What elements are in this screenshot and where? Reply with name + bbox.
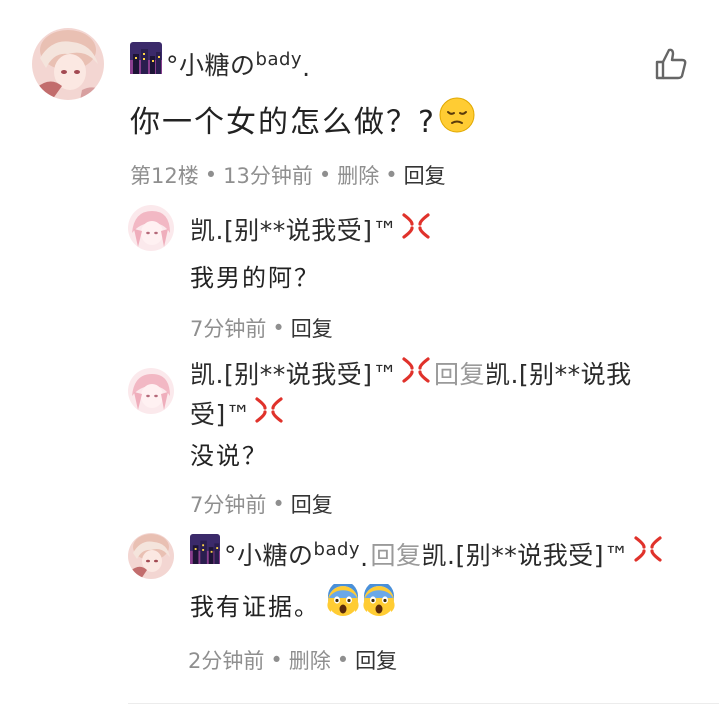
- reply-2-reply-button[interactable]: 回复: [291, 489, 333, 519]
- reply-3-content: 我有证据。: [190, 592, 320, 621]
- main-content-text: 你一个女的怎么做？?: [130, 105, 436, 140]
- avatar-main-user[interactable]: [32, 28, 104, 100]
- reply-2-target-name-cont: 受]™: [190, 400, 252, 429]
- reply-3-meta-row: 2分钟前 • 删除 • 回复: [188, 645, 397, 675]
- reply-1-author-row[interactable]: 凯.[别**说我受]™: [190, 212, 432, 246]
- reply-button[interactable]: 回复: [404, 160, 446, 190]
- reply-2-target-name[interactable]: 凯.[别**说我: [485, 355, 632, 391]
- main-meta-row: 第12楼 • 13分钟前 • 删除 • 回复: [130, 160, 446, 190]
- avatar-reply-1[interactable]: [128, 205, 174, 251]
- like-button[interactable]: [653, 46, 689, 82]
- bottom-divider: [128, 703, 719, 704]
- reply-3-header-row[interactable]: °小糖の bady . 回复 凯.[别**说我受]™: [190, 534, 664, 572]
- reply-3-author-suffix: .: [360, 543, 369, 572]
- anger-symbol-icon: [400, 211, 432, 247]
- timestamp: 13分钟前: [223, 164, 313, 188]
- reply-3-reply-button[interactable]: 回复: [355, 645, 397, 675]
- reply-2-reply-word: 回复: [433, 360, 485, 389]
- main-author-badge: bady: [255, 49, 303, 70]
- separator-dot: •: [385, 163, 398, 187]
- avatar-reply-3[interactable]: [128, 533, 174, 579]
- anger-symbol-icon: [253, 395, 285, 431]
- thumbs-up-icon: [655, 48, 687, 80]
- main-author-row[interactable]: °小糖の bady .: [130, 42, 311, 82]
- reply-3-author-name: °小糖の: [224, 541, 314, 570]
- reply-2-header-line-1[interactable]: 凯.[别**说我受]™ 回复 凯.[别**说我: [190, 356, 632, 390]
- reply-3-timestamp: 2分钟前: [188, 649, 265, 673]
- reply-1-reply-button[interactable]: 回复: [291, 313, 333, 343]
- reply-1-content: 我男的阿？: [190, 264, 320, 292]
- reply-3-reply-word: 回复: [370, 541, 422, 570]
- reply-2-header-line-2[interactable]: 受]™: [190, 396, 285, 430]
- reply-2-author-name: 凯.[别**说我受]™: [190, 360, 398, 389]
- fearful-face-icon: [362, 581, 396, 624]
- separator-dot: •: [272, 316, 285, 340]
- anger-symbol-icon: [400, 355, 432, 391]
- separator-dot: •: [336, 648, 350, 672]
- fearful-face-icon: [326, 581, 360, 624]
- separator-dot: •: [270, 648, 283, 672]
- anger-symbol-icon: [632, 534, 664, 570]
- delete-button[interactable]: 删除: [337, 160, 379, 190]
- reply-3-delete-button[interactable]: 删除: [289, 645, 331, 675]
- floor-label: 第12楼: [130, 164, 199, 188]
- reply-3-content-row: 我有证据。: [190, 581, 396, 624]
- reply-2-meta-row: 7分钟前 • 回复: [190, 489, 333, 519]
- reply-3-author-badge: bady: [313, 539, 361, 560]
- separator-dot: •: [272, 492, 285, 516]
- reply-2-content: 没说？: [190, 442, 268, 470]
- main-author-suffix: .: [302, 53, 311, 82]
- city-night-icon: [130, 42, 162, 80]
- reply-2-timestamp: 7分钟前: [190, 493, 267, 517]
- separator-dot: •: [318, 163, 332, 187]
- pensive-face-icon: [438, 96, 476, 142]
- main-comment-content: 你一个女的怎么做？?: [130, 96, 476, 142]
- city-night-icon: [190, 534, 220, 570]
- main-author-name: °小糖の: [166, 51, 256, 80]
- reply-1-author-name: 凯.[别**说我受]™: [190, 216, 398, 245]
- reply-3-target-name[interactable]: 凯.[别**说我受]™: [422, 536, 630, 572]
- separator-dot: •: [204, 163, 218, 187]
- avatar-reply-2[interactable]: [128, 368, 174, 414]
- reply-1-timestamp: 7分钟前: [190, 317, 267, 341]
- reply-1-meta-row: 7分钟前 • 回复: [190, 313, 333, 343]
